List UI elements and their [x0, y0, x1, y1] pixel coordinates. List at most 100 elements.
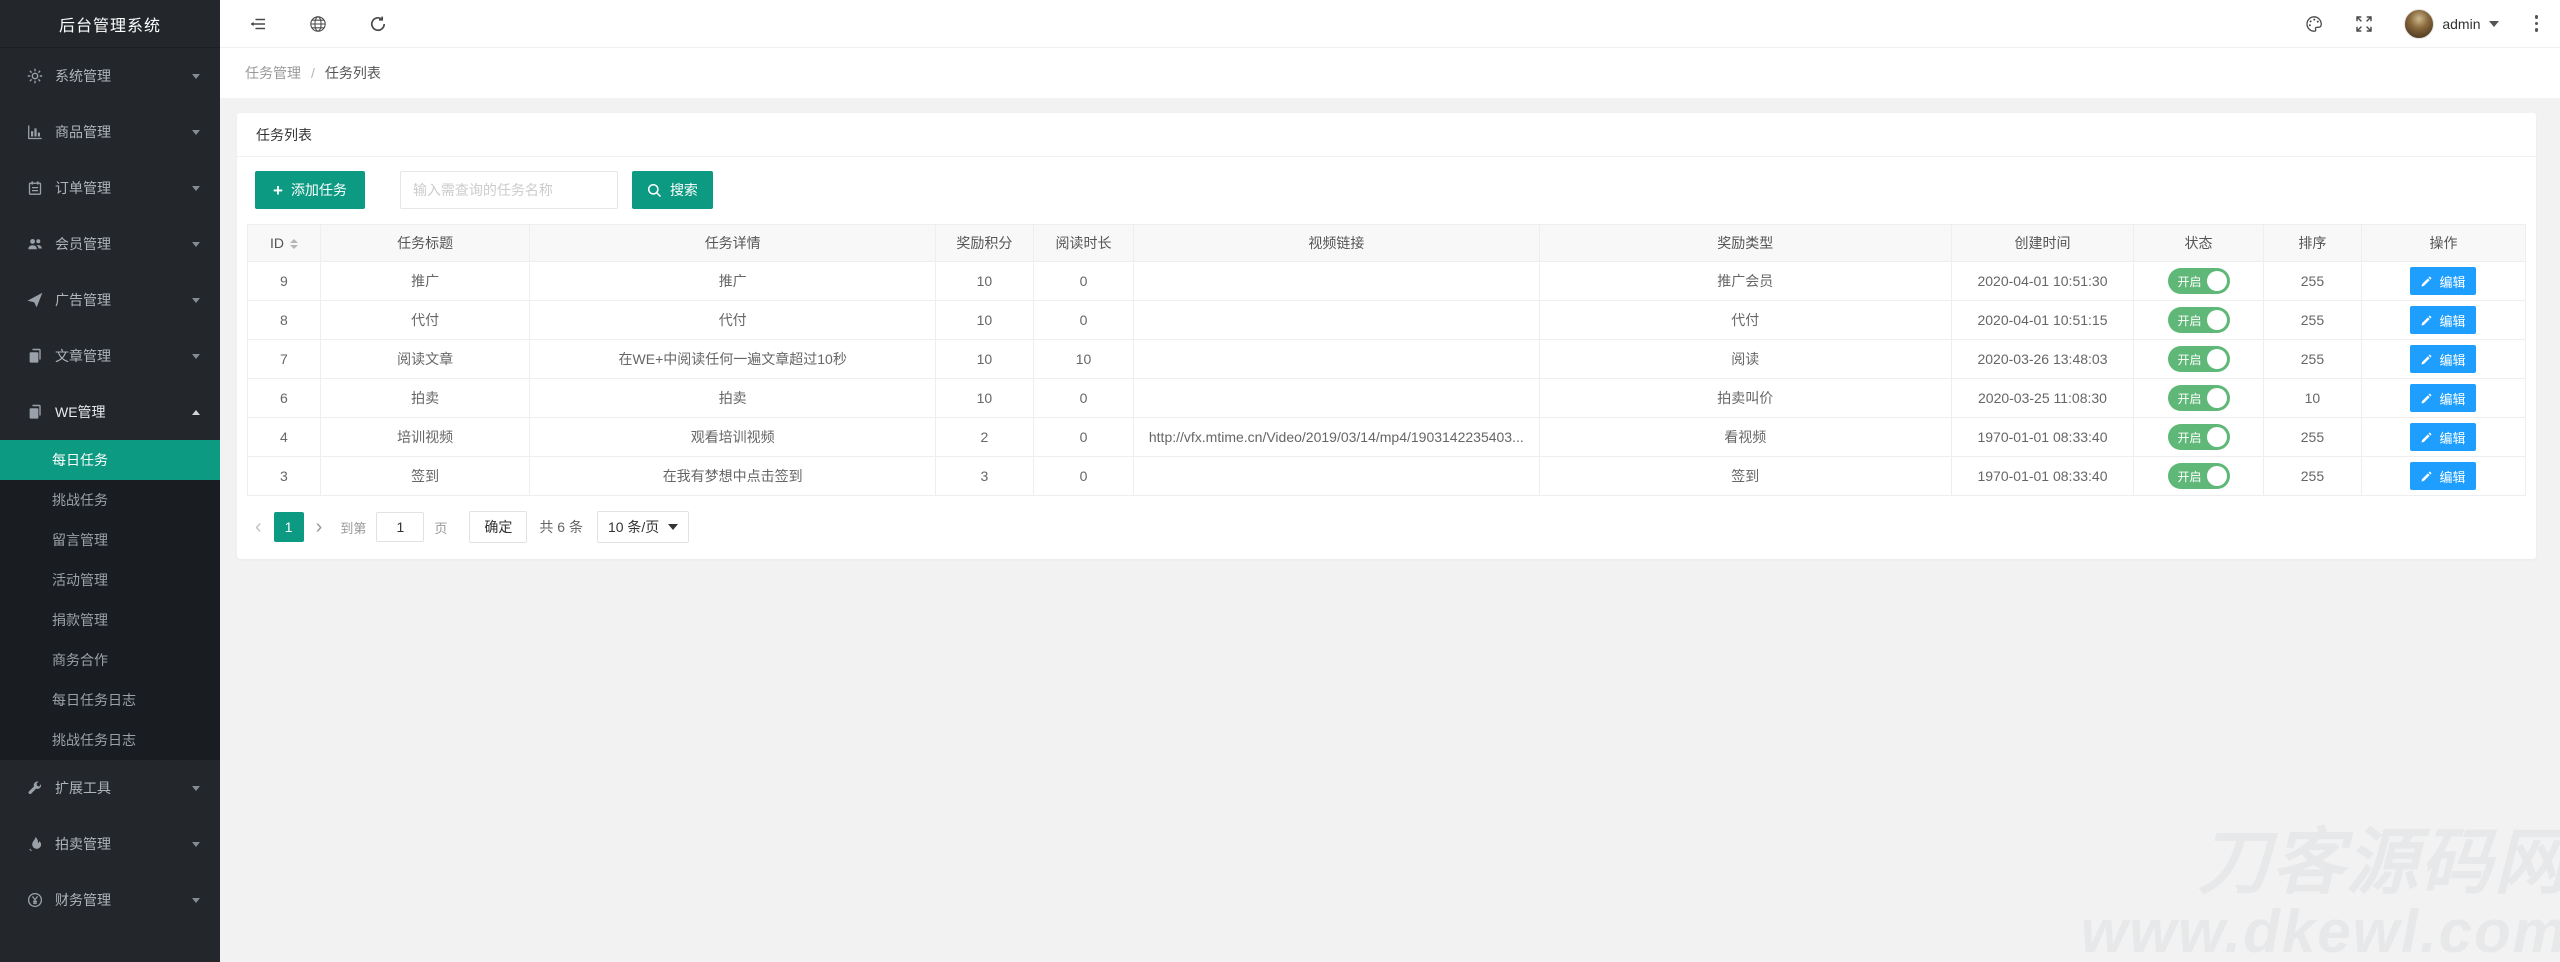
topbar-left-icons	[248, 14, 388, 34]
sidebar-item-auction-management[interactable]: 拍卖管理	[0, 816, 220, 872]
breadcrumb-item[interactable]: 任务管理	[245, 63, 301, 83]
next-page-button[interactable]: ›	[308, 517, 331, 537]
page-size-select[interactable]: 10 条/页	[596, 511, 690, 543]
status-toggle[interactable]: 开启	[2167, 424, 2230, 450]
sidebar-item-label: WE管理	[55, 404, 106, 420]
header-id[interactable]: ID	[247, 224, 321, 262]
flame-icon	[26, 836, 43, 853]
sidebar-item-donation-management[interactable]: 捐款管理	[0, 600, 220, 640]
cell-duration: 0	[1032, 300, 1135, 340]
confirm-button[interactable]: 确定	[469, 511, 528, 543]
cell-video	[1133, 378, 1540, 418]
sidebar-item-we-management[interactable]: WE管理	[0, 384, 220, 440]
app-logo: 后台管理系统	[0, 0, 220, 48]
sub-item-label: 挑战任务日志	[52, 732, 136, 748]
cell-id: 4	[247, 417, 321, 457]
cell-video	[1133, 456, 1540, 496]
sidebar-item-message-management[interactable]: 留言管理	[0, 520, 220, 560]
sidebar-item-activity-management[interactable]: 活动管理	[0, 560, 220, 600]
toggle-knob	[2206, 388, 2227, 408]
cell-id: 3	[247, 456, 321, 496]
content-area: 刀客源码网 www.dkewl.com 任务列表 + 添加任务 搜索	[220, 98, 2560, 962]
globe-icon[interactable]	[308, 14, 328, 34]
edit-button[interactable]: 编辑	[2410, 345, 2477, 373]
avatar	[2404, 8, 2435, 39]
sidebar-item-member-management[interactable]: 会员管理	[0, 216, 220, 272]
sidebar-item-label: 广告管理	[55, 292, 111, 308]
prev-page-button[interactable]: ‹	[247, 517, 270, 537]
cell-created: 2020-04-01 10:51:15	[1950, 300, 2135, 340]
sidebar-item-system-management[interactable]: 系统管理	[0, 48, 220, 104]
user-menu[interactable]: admin	[2404, 8, 2499, 39]
add-task-button[interactable]: + 添加任务	[255, 171, 365, 209]
username: admin	[2442, 15, 2481, 32]
wrench-icon	[26, 780, 43, 797]
sub-item-label: 捐款管理	[52, 612, 108, 628]
palette-icon[interactable]	[2304, 14, 2324, 34]
cell-title: 阅读文章	[319, 339, 531, 379]
table-row: 3 签到 在我有梦想中点击签到 3 0 签到 1970-01-01 08:33:…	[247, 456, 2527, 496]
sidebar-item-label: 财务管理	[55, 892, 111, 908]
more-vertical-icon[interactable]	[2529, 13, 2545, 34]
edit-button[interactable]: 编辑	[2410, 423, 2477, 451]
sidebar-item-business-cooperation[interactable]: 商务合作	[0, 640, 220, 680]
edit-button[interactable]: 编辑	[2410, 384, 2477, 412]
sidebar: 后台管理系统 系统管理 商品管理 订单管理 会员管理 广告管理 文章管理 WE管…	[0, 0, 220, 962]
header-duration: 阅读时长	[1032, 224, 1135, 262]
goto-prefix-label: 到第	[340, 520, 367, 536]
sort-icon[interactable]	[289, 239, 298, 250]
sidebar-item-daily-task-log[interactable]: 每日任务日志	[0, 680, 220, 720]
sidebar-item-extension-tools[interactable]: 扩展工具	[0, 760, 220, 816]
cell-points: 10	[934, 300, 1034, 340]
header-detail: 任务详情	[529, 224, 936, 262]
search-input[interactable]	[399, 171, 618, 209]
goto-page-input[interactable]	[376, 512, 425, 542]
fullscreen-icon[interactable]	[2354, 14, 2374, 34]
sidebar-item-goods-management[interactable]: 商品管理	[0, 104, 220, 160]
cell-id: 8	[247, 300, 321, 340]
chevron-down-icon	[2488, 20, 2499, 27]
collapse-menu-icon[interactable]	[248, 14, 268, 34]
cell-duration: 0	[1032, 261, 1135, 301]
status-toggle[interactable]: 开启	[2167, 463, 2230, 489]
sidebar-item-challenge-task[interactable]: 挑战任务	[0, 480, 220, 520]
status-toggle[interactable]: 开启	[2167, 346, 2230, 372]
current-page-button[interactable]: 1	[273, 512, 304, 542]
sidebar-item-daily-task[interactable]: 每日任务	[0, 440, 220, 480]
cell-points: 2	[934, 417, 1034, 457]
sidebar-item-ad-management[interactable]: 广告管理	[0, 272, 220, 328]
refresh-icon[interactable]	[368, 14, 388, 34]
cell-duration: 0	[1032, 417, 1135, 457]
main-area: admin 任务管理 / 任务列表 刀客源码网 www.dkewl.com 任务…	[220, 0, 2560, 962]
page-size-value: 10 条/页	[607, 519, 660, 535]
we-submenu: 每日任务 挑战任务 留言管理 活动管理 捐款管理 商务合作 每日任务日志 挑战任…	[0, 440, 220, 760]
order-list-icon	[26, 180, 43, 197]
cell-points: 10	[934, 339, 1034, 379]
sidebar-item-challenge-task-log[interactable]: 挑战任务日志	[0, 720, 220, 760]
chevron-down-icon	[192, 785, 200, 791]
sidebar-item-article-management[interactable]: 文章管理	[0, 328, 220, 384]
cell-title: 拍卖	[319, 378, 531, 418]
sub-item-label: 留言管理	[52, 532, 108, 548]
edit-button[interactable]: 编辑	[2410, 267, 2477, 295]
cell-reward: 代付	[1538, 300, 1952, 340]
pagination: ‹ 1 › 到第 页 确定 共 6 条 10 条/页	[237, 496, 2536, 559]
edit-button[interactable]: 编辑	[2410, 462, 2477, 490]
chevron-down-icon	[192, 241, 200, 247]
status-toggle[interactable]: 开启	[2167, 268, 2230, 294]
yen-circle-icon	[26, 892, 43, 909]
cell-title: 签到	[319, 456, 531, 496]
edit-button[interactable]: 编辑	[2410, 306, 2477, 334]
status-toggle[interactable]: 开启	[2167, 385, 2230, 411]
add-task-label: 添加任务	[290, 182, 347, 198]
sidebar-item-order-management[interactable]: 订单管理	[0, 160, 220, 216]
search-button[interactable]: 搜索	[631, 171, 713, 209]
breadcrumb-separator: /	[311, 65, 315, 81]
cell-created: 2020-04-01 10:51:30	[1950, 261, 2135, 301]
cell-sort: 255	[2262, 261, 2362, 301]
cell-points: 3	[934, 456, 1034, 496]
sidebar-item-finance-management[interactable]: 财务管理	[0, 872, 220, 928]
cell-duration: 0	[1032, 456, 1135, 496]
cell-video	[1133, 339, 1540, 379]
status-toggle[interactable]: 开启	[2167, 307, 2230, 333]
